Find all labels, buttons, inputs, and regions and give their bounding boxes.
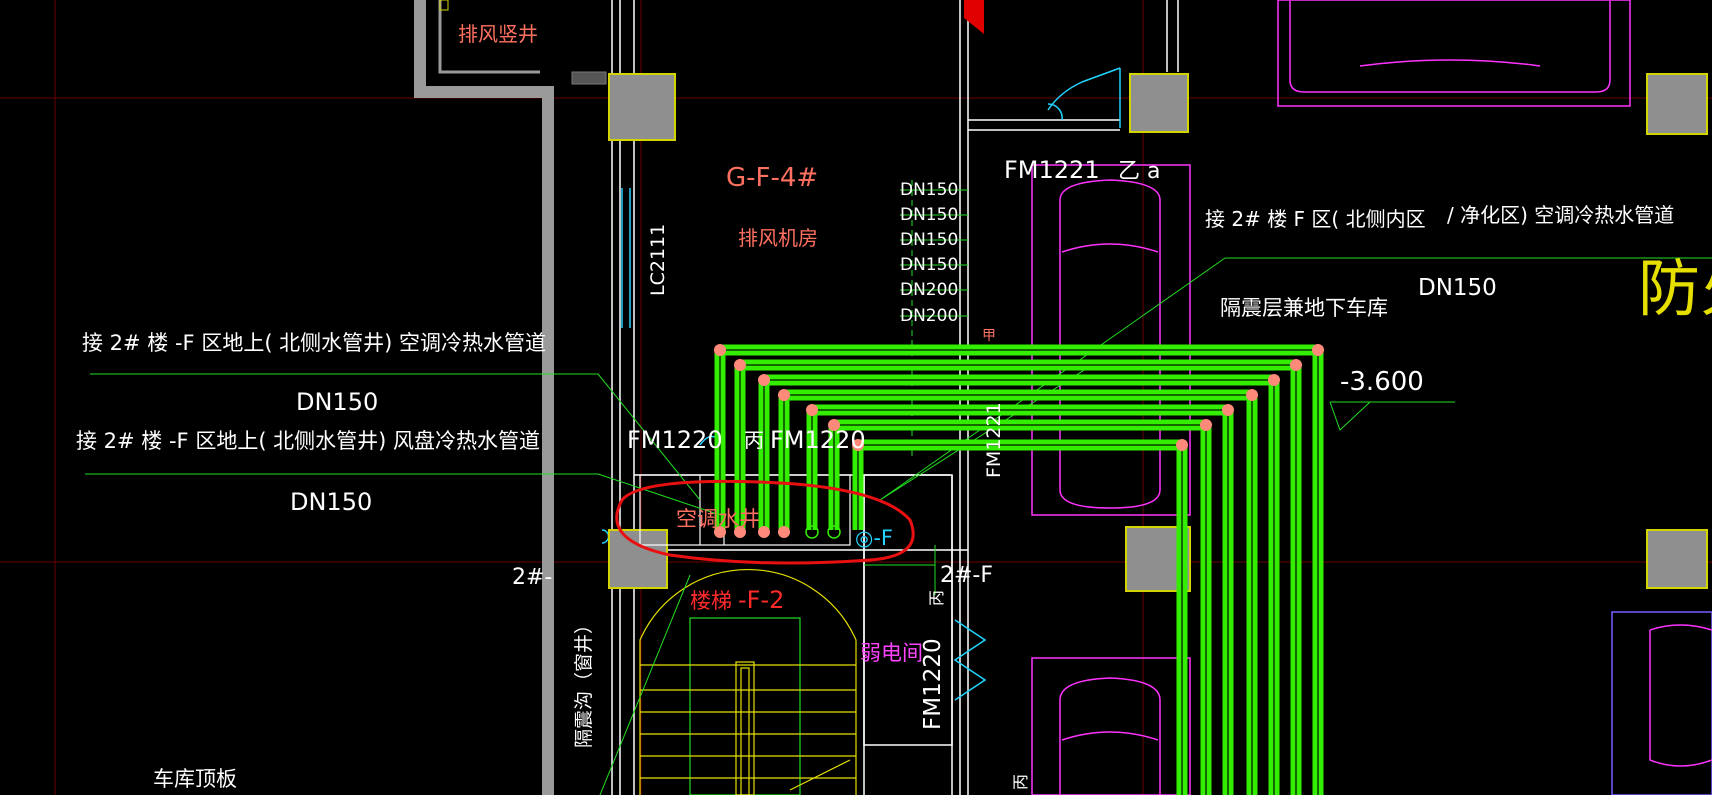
annotation-left-1: 接 2# 楼 -F 区地上( 北侧水管井) 空调冷热水管道	[82, 331, 546, 355]
pipe-size-5: DN200	[900, 280, 958, 300]
chilled-water-pipes	[714, 344, 1324, 795]
label-stair-code: -F-2	[738, 586, 784, 614]
label-stair: 楼梯	[690, 589, 732, 613]
annotation-left-size-1: DN150	[296, 388, 378, 416]
label-shaft-tag: ◎-F	[855, 526, 893, 550]
pipe-size-6: DN200	[900, 306, 958, 326]
label-elevation: -3.600	[1340, 367, 1424, 397]
label-door-fm1220-right: FM1220	[770, 426, 866, 454]
label-vertical-tag: FM1221	[983, 402, 1005, 478]
pipe-size-stack: DN150 DN150 DN150 DN150 DN200 DN200	[900, 180, 958, 326]
label-axis-left: 2#-	[512, 565, 552, 590]
pipe-size-1: DN150	[900, 180, 958, 200]
label-window-lc2111: LC2111	[647, 224, 669, 296]
red-fire-hatch	[964, 0, 984, 34]
label-weak-elec-room: 弱电间	[860, 641, 923, 665]
pipe-size-3: DN150	[900, 230, 958, 250]
label-door-fm1220-lower: FM1220	[920, 638, 946, 730]
annotation-top-right-b: / 净化区) 空调冷热水管道	[1447, 203, 1674, 227]
label-small-mark-2: 丙	[927, 590, 946, 606]
label-ac-shaft: 空调水井	[676, 507, 760, 531]
cad-drawing-canvas[interactable]: 排风竖井 G-F-4# 排风机房 LC2111 DN150 DN150 DN15…	[0, 0, 1712, 795]
annotation-left-2: 接 2# 楼 -F 区地上( 北侧水管井) 风盘冷热水管道	[76, 429, 540, 453]
label-door-fm1221: FM1221	[1004, 156, 1100, 184]
pipe-size-2: DN150	[900, 205, 958, 225]
label-isolation-garage: 隔震层兼地下车库	[1220, 296, 1388, 320]
annotation-top-right-size: DN150	[1418, 275, 1497, 301]
label-room-code: G-F-4#	[726, 163, 818, 193]
label-small-mark-1: 甲	[982, 328, 996, 344]
window-lc2111	[621, 188, 631, 328]
structural-columns	[608, 73, 1708, 592]
label-fire-partial: 防火	[1638, 252, 1712, 325]
label-isolation-trench: 隔震沟（窗井）	[573, 615, 595, 748]
label-small-mark-3: 丙	[1011, 774, 1030, 790]
label-exhaust-shaft: 排风竖井	[458, 22, 538, 46]
pipe-size-4: DN150	[900, 255, 958, 275]
label-door-fm1221-tag: 乙 a	[1118, 159, 1160, 184]
label-exhaust-fan-room: 排风机房	[738, 226, 818, 250]
label-axis-right: 2#-F	[940, 563, 993, 588]
label-door-fm1220-right-prefix: 丙	[744, 428, 764, 452]
annotation-left-size-2: DN150	[290, 488, 372, 516]
label-garage-roof: 车库顶板	[153, 767, 237, 791]
annotation-top-right: 接 2# 楼 F 区( 北侧内区	[1205, 207, 1426, 231]
label-door-fm1220-left: FM1220	[627, 426, 723, 454]
